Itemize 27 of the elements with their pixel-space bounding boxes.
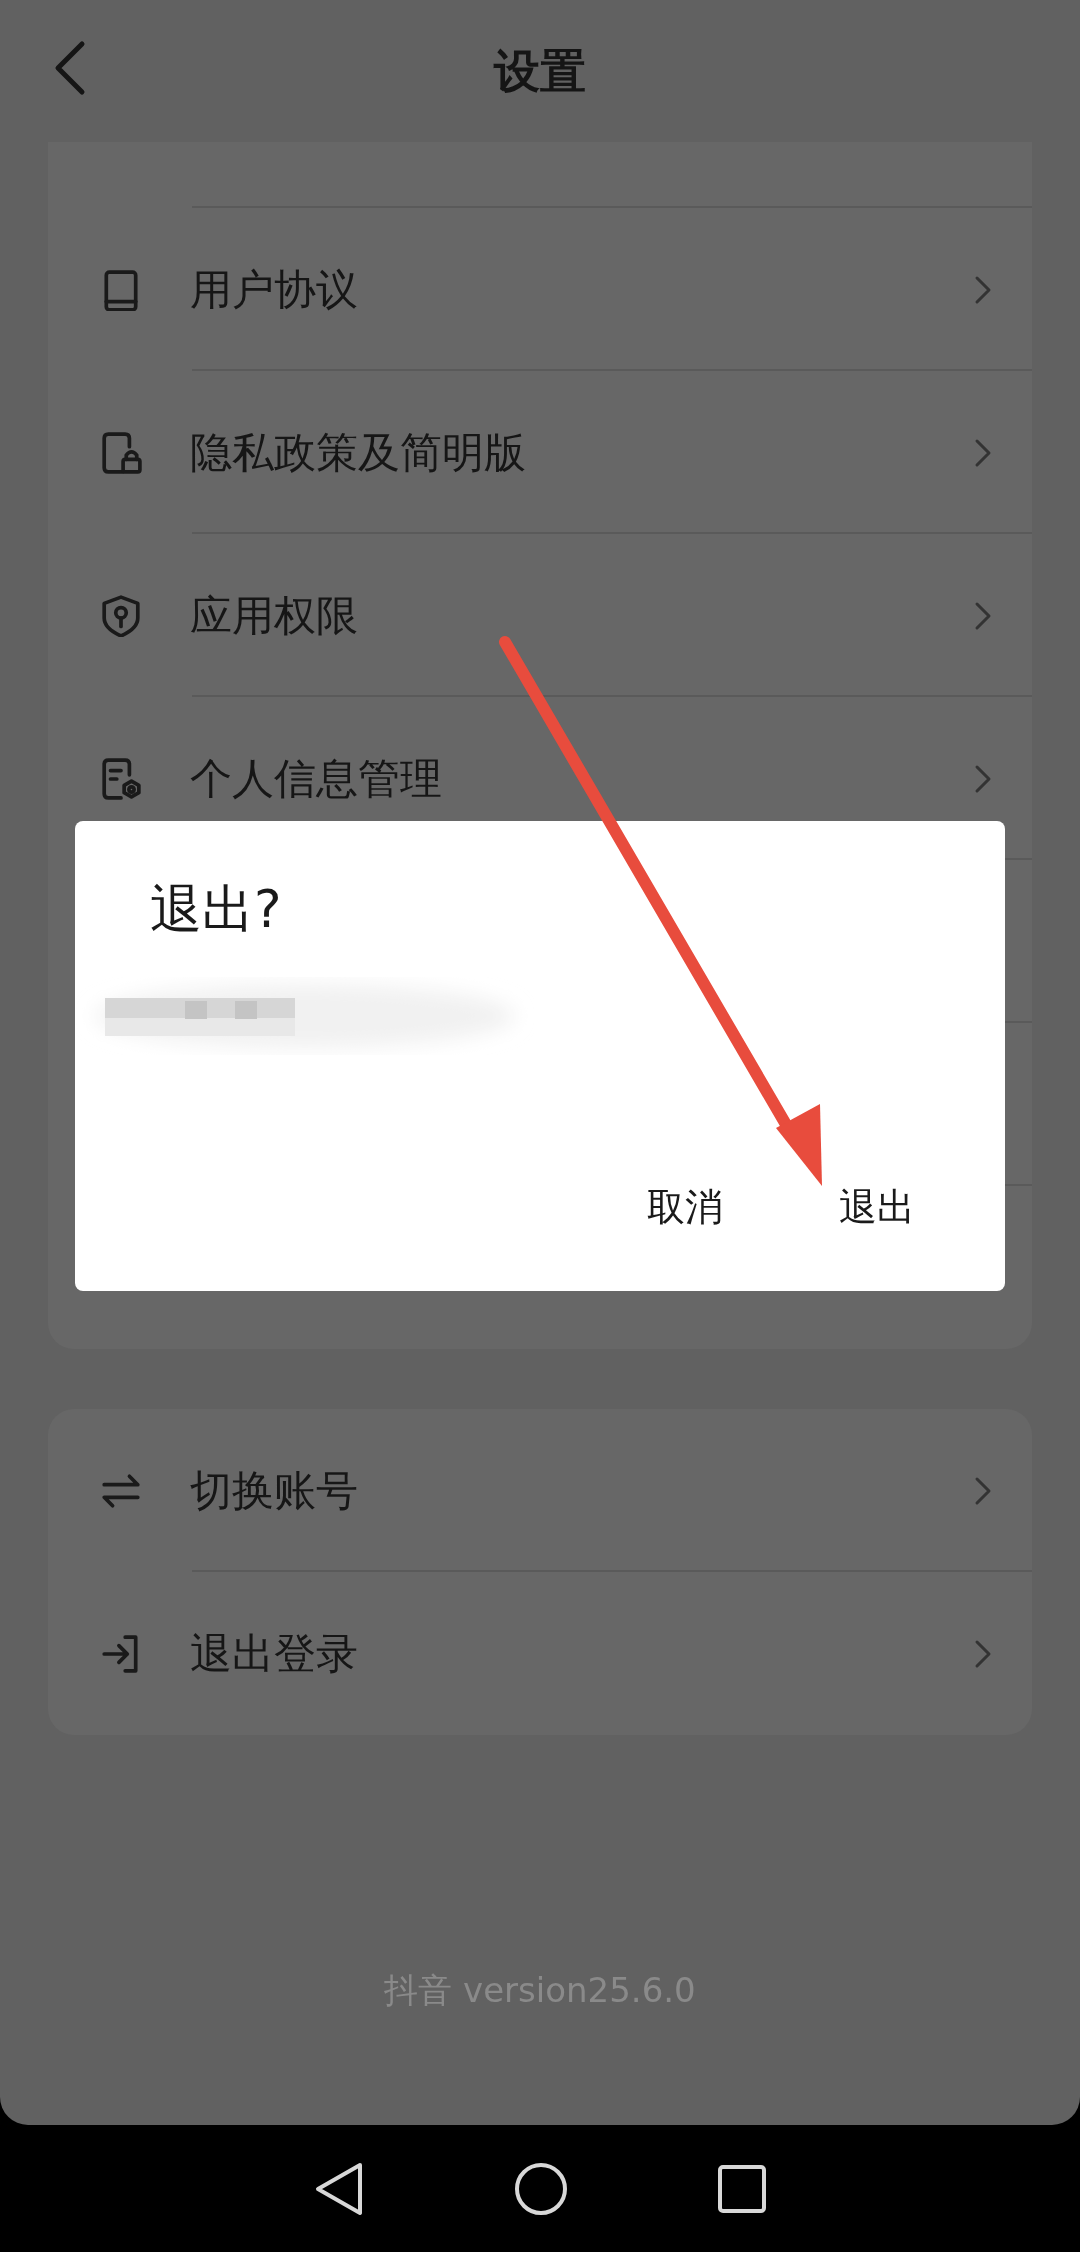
row-label: 个人信息管理	[190, 753, 442, 805]
row-label: 退出登录	[190, 1628, 358, 1680]
document-gear-icon	[100, 757, 142, 800]
row-label: 切换账号	[190, 1465, 358, 1517]
dialog-button[interactable]: 取消	[635, 1177, 735, 1239]
chevron-right-icon	[974, 1638, 992, 1669]
dialog-button[interactable]: 退出	[827, 1177, 927, 1239]
settings-row[interactable]: 用户协议	[48, 208, 1032, 371]
settings-row[interactable]: 切换账号	[48, 1409, 1032, 1572]
document-lock-icon	[100, 431, 142, 474]
back-nav-icon[interactable]	[314, 2160, 364, 2217]
chevron-right-icon	[974, 600, 992, 631]
chevron-right-icon	[974, 1475, 992, 1506]
settings-row[interactable]: 隐私政策及简明版	[48, 371, 1032, 534]
dialog-title: 退出?	[150, 883, 282, 935]
settings-row[interactable]: 应用权限	[48, 534, 1032, 697]
home-nav-icon[interactable]	[514, 2161, 568, 2216]
row-label: 用户协议	[190, 264, 358, 316]
chevron-right-icon	[974, 763, 992, 794]
chevron-right-icon	[974, 274, 992, 305]
shield-icon	[100, 594, 142, 637]
row-label: 隐私政策及简明版	[190, 427, 526, 479]
chevron-right-icon	[974, 437, 992, 468]
settings-row[interactable]: 退出登录	[48, 1572, 1032, 1735]
row-label: 应用权限	[190, 590, 358, 642]
page-title: 设置	[494, 42, 586, 100]
recents-nav-icon[interactable]	[718, 2164, 766, 2213]
